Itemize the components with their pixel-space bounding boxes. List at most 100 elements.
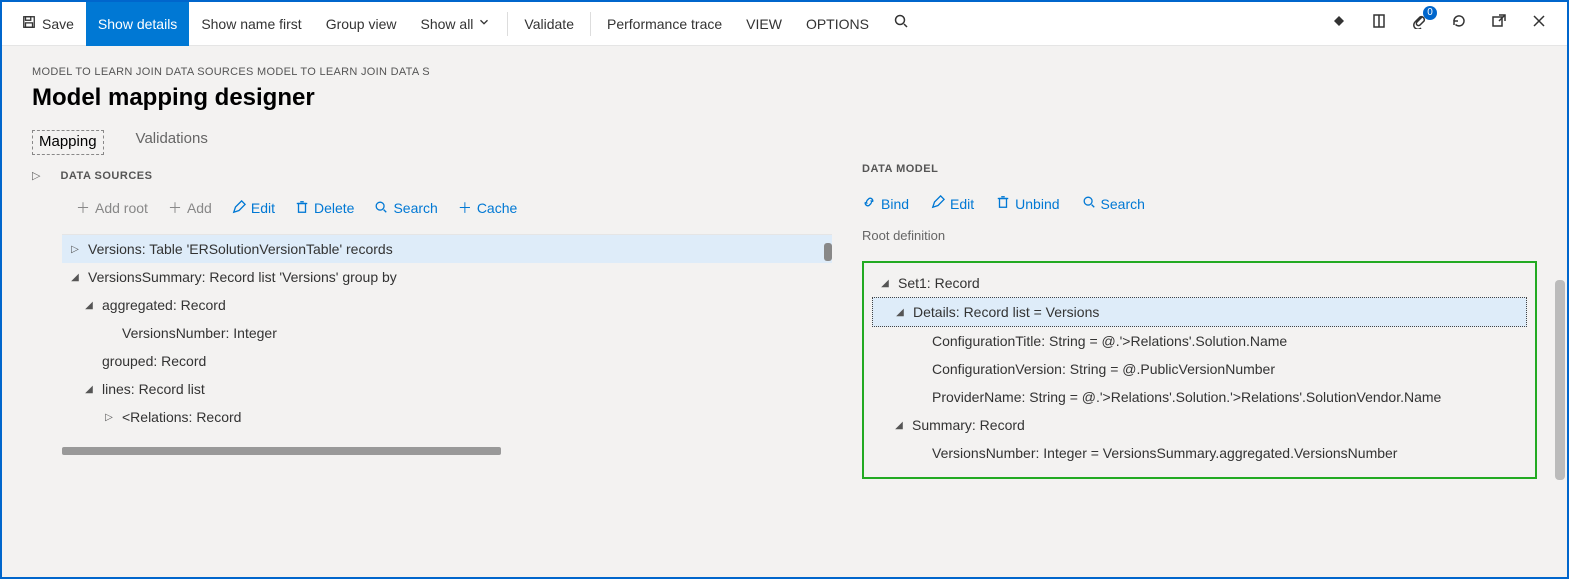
tab-validations[interactable]: Validations (136, 130, 208, 155)
data-model-pane: DATA MODEL Bind Edit Unbind Search (862, 163, 1537, 479)
tab-mapping[interactable]: Mapping (32, 130, 104, 155)
add-root-label: Add root (95, 200, 148, 216)
page-body: MODEL TO LEARN JOIN DATA SOURCES MODEL T… (2, 46, 1567, 499)
page-title: Model mapping designer (32, 84, 1537, 112)
tree-node-configuration-version[interactable]: ▷ ConfigurationVersion: String = @.Publi… (872, 355, 1527, 383)
show-all-label: Show all (421, 16, 474, 32)
top-ribbon: Save Show details Show name first Group … (2, 2, 1567, 46)
vertical-scrollbar[interactable] (824, 243, 832, 261)
edit-label: Edit (950, 196, 974, 212)
cache-button[interactable]: ＋ Cache (458, 198, 517, 218)
tree-node-label: VersionsNumber: Integer (122, 325, 277, 341)
plus-icon: ＋ (76, 198, 90, 218)
delete-button[interactable]: Delete (295, 198, 354, 218)
add-root-button[interactable]: ＋ Add root (76, 198, 148, 218)
options-button[interactable]: OPTIONS (794, 2, 881, 46)
unbind-button[interactable]: Unbind (996, 195, 1059, 212)
separator (507, 12, 508, 36)
tree-node-aggregated[interactable]: ◢ aggregated: Record (62, 291, 832, 319)
close-button[interactable] (1519, 2, 1559, 46)
unbind-label: Unbind (1015, 196, 1059, 212)
tree-node-label: Details: Record list = Versions (913, 304, 1099, 320)
search-button[interactable]: Search (1082, 195, 1145, 212)
search-label: Search (1101, 196, 1145, 212)
separator (590, 12, 591, 36)
tree-node-label: VersionsSummary: Record list 'Versions' … (88, 269, 397, 285)
tree-node-versions-number[interactable]: ▷ VersionsNumber: Integer (62, 319, 832, 347)
popout-button[interactable] (1479, 2, 1519, 46)
validate-button[interactable]: Validate (512, 2, 586, 46)
add-label: Add (187, 200, 212, 216)
plus-icon: ＋ (458, 198, 472, 218)
root-definition-label: Root definition (862, 228, 1537, 243)
tree-node-details[interactable]: ◢ Details: Record list = Versions (872, 297, 1527, 327)
bind-button[interactable]: Bind (862, 195, 909, 212)
caret-right-icon[interactable]: ▷ (102, 412, 116, 423)
attachments-button[interactable]: 0 (1399, 2, 1439, 46)
tree-node-versions[interactable]: ▷ Versions: Table 'ERSolutionVersionTabl… (62, 235, 832, 263)
tree-node-provider-name[interactable]: ▷ ProviderName: String = @.'>Relations'.… (872, 383, 1527, 411)
tree-node-summary-versions-number[interactable]: ▷ VersionsNumber: Integer = VersionsSumm… (872, 439, 1527, 467)
connect-icon-button[interactable] (1319, 2, 1359, 46)
save-icon (22, 15, 36, 32)
caret-down-icon[interactable]: ◢ (893, 307, 907, 318)
breadcrumb: MODEL TO LEARN JOIN DATA SOURCES MODEL T… (32, 66, 1537, 78)
right-scrollbar[interactable] (1555, 280, 1565, 480)
show-name-first-button[interactable]: Show name first (189, 2, 313, 46)
data-model-toolbar: Bind Edit Unbind Search (862, 195, 1537, 212)
tree-node-configuration-title[interactable]: ▷ ConfigurationTitle: String = @.'>Relat… (872, 327, 1527, 355)
caret-down-icon[interactable]: ◢ (82, 384, 96, 395)
pencil-icon (931, 195, 945, 212)
close-icon (1531, 13, 1547, 34)
performance-trace-label: Performance trace (607, 16, 722, 32)
show-name-first-label: Show name first (201, 16, 301, 32)
pencil-icon (232, 200, 246, 217)
view-button[interactable]: VIEW (734, 2, 794, 46)
add-button[interactable]: ＋ Add (168, 198, 212, 218)
group-view-label: Group view (326, 16, 397, 32)
search-icon-button[interactable] (881, 2, 921, 46)
caret-down-icon[interactable]: ◢ (892, 420, 906, 431)
search-icon (374, 200, 388, 217)
tree-node-grouped[interactable]: ▷ grouped: Record (62, 347, 832, 375)
horizontal-scrollbar[interactable] (62, 447, 501, 455)
delete-label: Delete (314, 200, 354, 216)
group-view-button[interactable]: Group view (314, 2, 409, 46)
data-model-tree: ◢ Set1: Record ◢ Details: Record list = … (862, 261, 1537, 479)
save-label: Save (42, 16, 74, 32)
office-icon-button[interactable] (1359, 2, 1399, 46)
bind-label: Bind (881, 196, 909, 212)
tree-node-lines[interactable]: ◢ lines: Record list (62, 375, 832, 403)
performance-trace-button[interactable]: Performance trace (595, 2, 734, 46)
caret-down-icon[interactable]: ◢ (68, 272, 82, 283)
data-sources-heading: DATA SOURCES (60, 170, 152, 182)
show-all-button[interactable]: Show all (409, 2, 504, 46)
options-label: OPTIONS (806, 16, 869, 32)
data-sources-tree: ▷ Versions: Table 'ERSolutionVersionTabl… (62, 234, 832, 455)
connect-icon (1331, 13, 1347, 34)
search-button[interactable]: Search (374, 198, 437, 218)
office-icon (1371, 13, 1387, 34)
tree-node-relations[interactable]: ▷ <Relations: Record (62, 403, 832, 431)
show-details-button[interactable]: Show details (86, 2, 189, 46)
caret-right-icon[interactable]: ▷ (68, 244, 82, 255)
edit-button[interactable]: Edit (232, 198, 275, 218)
tree-node-set1[interactable]: ◢ Set1: Record (872, 269, 1527, 297)
show-details-label: Show details (98, 16, 177, 32)
tree-node-label: Summary: Record (912, 417, 1025, 433)
search-label: Search (393, 200, 437, 216)
tree-node-versions-summary[interactable]: ◢ VersionsSummary: Record list 'Versions… (62, 263, 832, 291)
save-button[interactable]: Save (10, 2, 86, 46)
caret-down-icon[interactable]: ◢ (878, 278, 892, 289)
tree-node-label: Set1: Record (898, 275, 980, 291)
cache-label: Cache (477, 200, 517, 216)
pane-expand-icon[interactable]: ▷ (32, 169, 40, 182)
search-icon (893, 13, 909, 34)
data-sources-pane: ▷ DATA SOURCES ＋ Add root ＋ Add Edit (32, 163, 832, 479)
caret-down-icon[interactable]: ◢ (82, 300, 96, 311)
tree-node-summary[interactable]: ◢ Summary: Record (872, 411, 1527, 439)
refresh-button[interactable] (1439, 2, 1479, 46)
tree-node-label: aggregated: Record (102, 297, 226, 313)
popout-icon (1491, 13, 1507, 34)
edit-button[interactable]: Edit (931, 195, 974, 212)
